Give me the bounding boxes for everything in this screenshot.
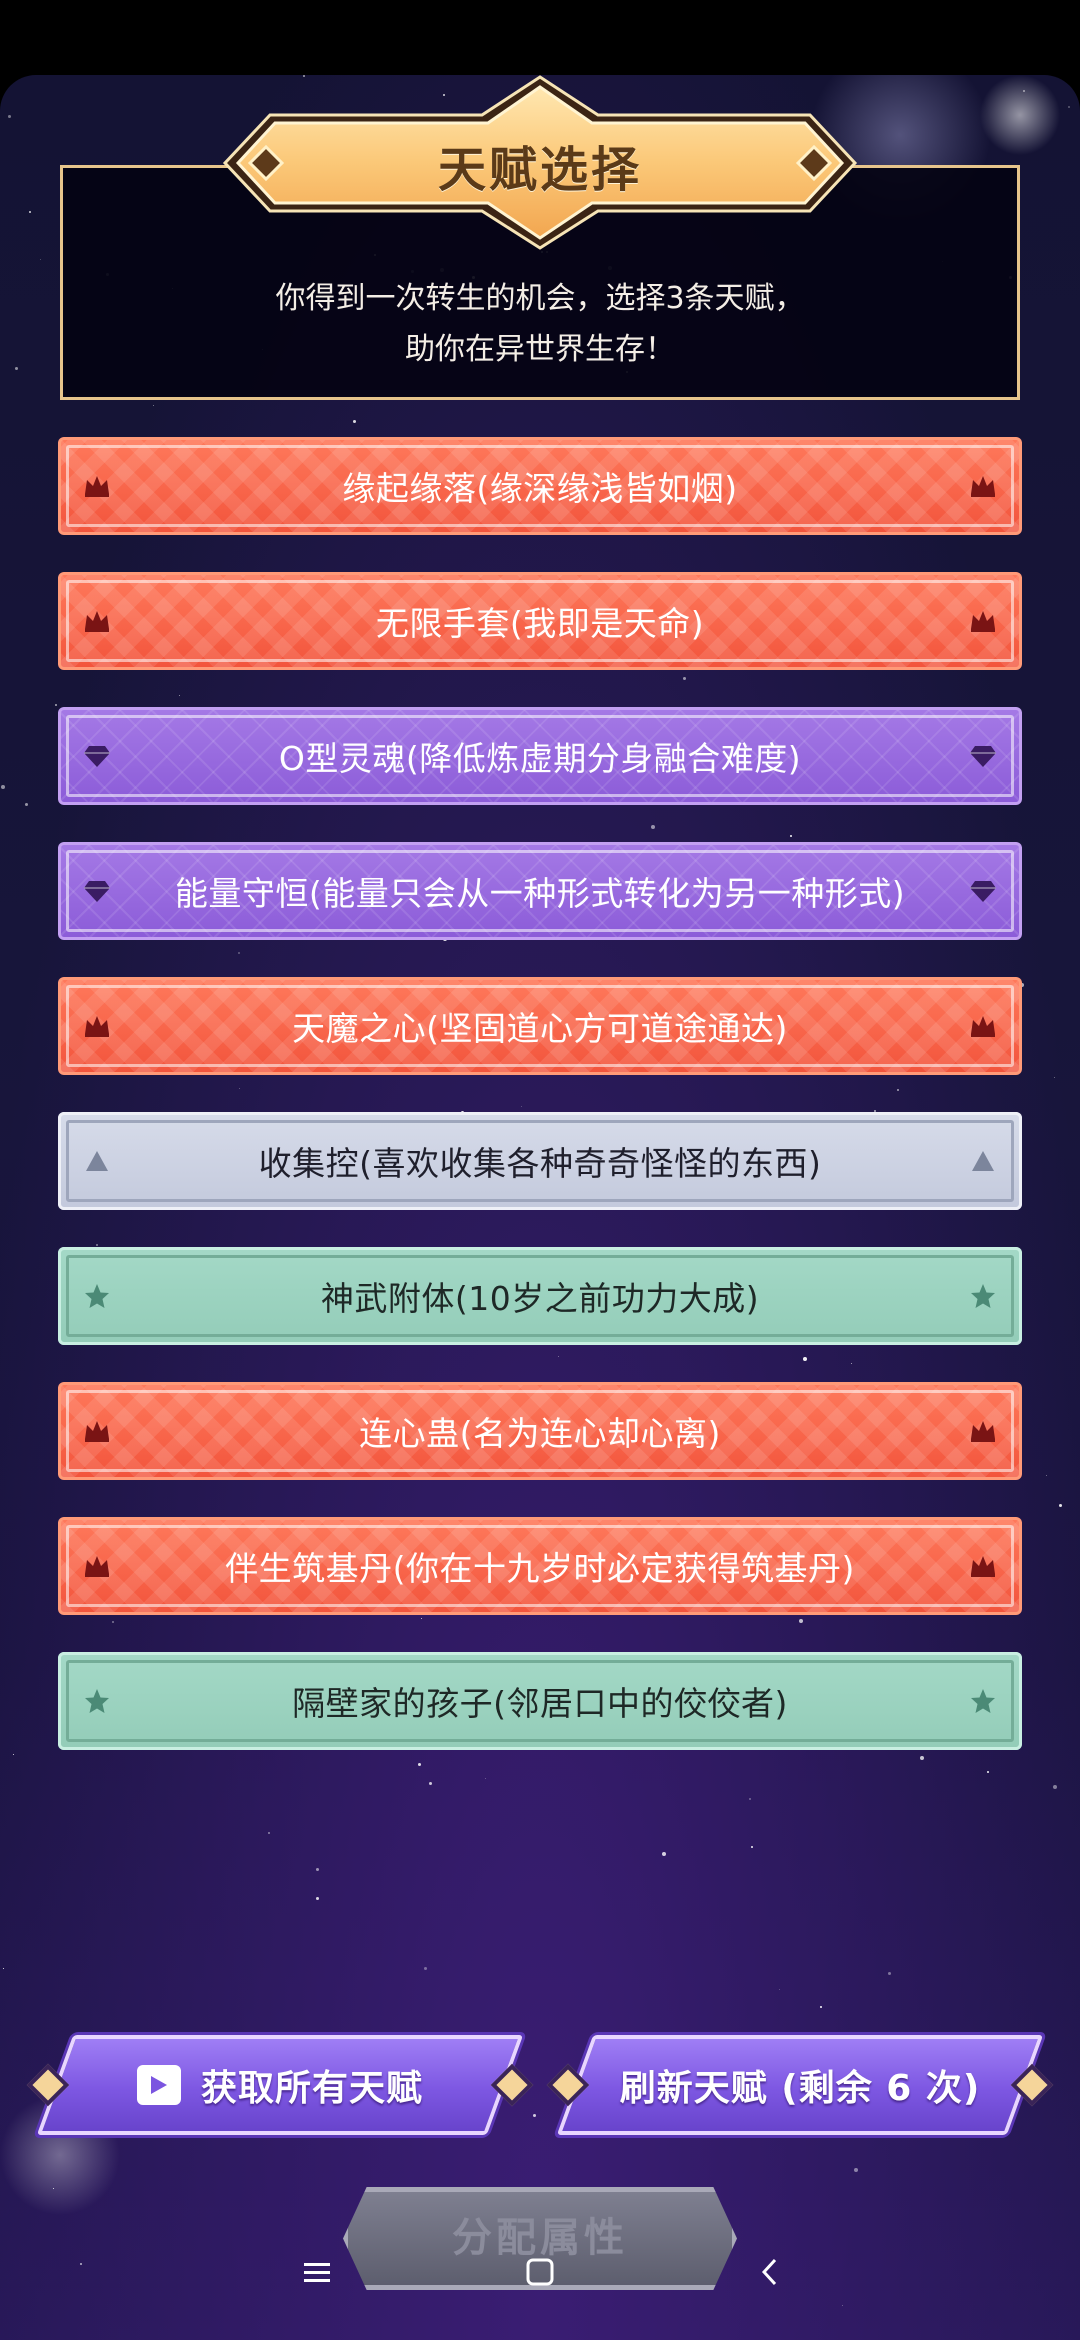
star-dot [353,420,356,423]
star-dot [897,1089,899,1091]
get-all-talents-button[interactable]: 获取所有天赋 [26,2035,534,2135]
star-dot [1,785,5,789]
star-dot [418,1763,421,1766]
star-dot [1046,1475,1047,1476]
star-dot [1053,1785,1057,1789]
title-banner: 天赋选择 [220,75,860,250]
star-dot [820,2006,822,2008]
star-dot [15,367,18,370]
star-dot [8,115,11,118]
star-dot [3,1968,4,1969]
star-dot [790,835,792,837]
star-dot [239,1088,240,1089]
star-dot [429,1782,432,1785]
star-dot [683,677,686,680]
star-dot [779,1989,780,1990]
star-dot [888,1972,891,1975]
talent-option-label: 缘起缘落(缘深缘浅皆如烟) [342,469,738,508]
talent-option[interactable]: 神武附体(10岁之前功力大成) [58,1247,1022,1345]
button-content: 获取所有天赋 [35,2035,525,2135]
star-dot [1059,1504,1062,1507]
header-description-line1: 你得到一次转生的机会，选择3条天赋， [275,281,805,316]
video-play-icon [136,2065,181,2105]
page-title: 天赋选择 [437,142,642,198]
star-dot [55,704,57,706]
talent-option-label: 神武附体(10岁之前功力大成) [320,1279,760,1318]
back-icon[interactable] [755,2257,785,2287]
star-dot [485,1778,486,1779]
star-dot [153,405,154,406]
refresh-talents-button[interactable]: 刷新天赋 (剩余 6 次) [546,2035,1054,2135]
star-dot [1068,106,1070,108]
talent-option[interactable]: 能量守恒(能量只会从一种形式转化为另一种形式) [58,842,1022,940]
star-dot [29,211,31,213]
star-dot [40,259,41,260]
talent-option[interactable]: 连心蛊(名为连心却心离) [58,1382,1022,1480]
star-dot [558,1356,559,1357]
talent-option[interactable]: O型灵魂(降低炼虚期分身融合难度) [58,707,1022,805]
header-description-line2: 助你在异世界生存！ [405,332,675,367]
star-dot [799,1619,803,1623]
star-dot [421,1618,422,1619]
star-dot [533,2114,536,2117]
star-dot [316,1897,319,1900]
talent-option[interactable]: 收集控(喜欢收集各种奇奇怪怪的东西) [58,1112,1022,1210]
star-dot [96,1244,98,1246]
talent-option-label: 伴生筑基丹(你在十九岁时必定获得筑基丹) [225,1549,855,1588]
talent-option[interactable]: 无限手套(我即是天命) [58,572,1022,670]
star-dot [112,1621,114,1623]
talent-option-label: 收集控(喜欢收集各种奇奇怪怪的东西) [258,1144,822,1183]
star-dot [851,1363,852,1364]
talent-option[interactable]: 天魔之心(坚固道心方可道途通达) [58,977,1022,1075]
talent-option-label: 无限手套(我即是天命) [375,604,705,643]
talent-option-label: 连心蛊(名为连心却心离) [359,1414,721,1453]
refresh-talents-label: 刷新天赋 (剩余 6 次) [619,2068,981,2109]
star-dot [751,1846,753,1848]
star-dot [1054,1077,1055,1078]
star-dot [920,1756,924,1760]
star-dot [803,1357,807,1361]
get-all-talents-label: 获取所有天赋 [200,2068,423,2109]
star-dot [987,1771,989,1773]
star-dot [424,1967,427,1970]
star-dot [651,825,655,829]
talent-option-label: 天魔之心(坚固道心方可道途通达) [292,1009,788,1048]
star-dot [521,1106,522,1107]
star-dot [268,1832,270,1834]
star-dot [854,2168,858,2172]
star-dot [662,1852,666,1856]
star-dot [179,695,180,696]
talent-option-label: 能量守恒(能量只会从一种形式转化为另一种形式) [174,874,906,913]
home-icon[interactable] [525,2257,555,2287]
star-dot [25,803,28,806]
talent-option[interactable]: 伴生筑基丹(你在十九岁时必定获得筑基丹) [58,1517,1022,1615]
star-dot [53,2188,54,2189]
header-description: 你得到一次转生的机会，选择3条天赋， 助你在异世界生存！ [63,273,1017,375]
system-navigation-bar [0,2235,1080,2310]
star-dot [316,1868,319,1871]
talent-option[interactable]: 缘起缘落(缘深缘浅皆如烟) [58,437,1022,535]
star-dot [13,1754,14,1755]
talent-option[interactable]: 隔壁家的孩子(邻居口中的佼佼者) [58,1652,1022,1750]
star-dot [1023,90,1025,92]
star-dot [238,952,240,954]
menu-icon[interactable] [302,2257,332,2287]
star-dot [749,1798,751,1800]
button-content: 刷新天赋 (剩余 6 次) [555,2035,1045,2135]
talent-option-label: 隔壁家的孩子(邻居口中的佼佼者) [292,1684,788,1723]
talent-option-label: O型灵魂(降低炼虚期分身融合难度) [278,739,802,778]
